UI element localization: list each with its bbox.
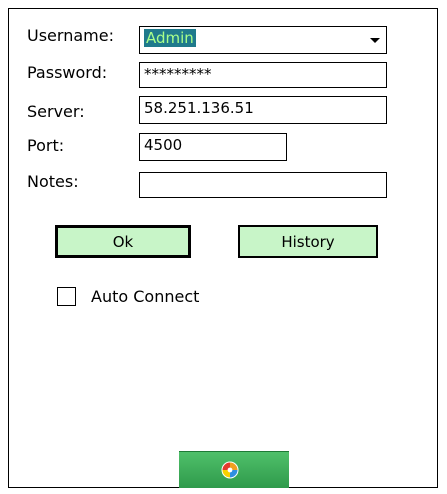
- start-button[interactable]: [179, 451, 289, 488]
- username-value: Admin: [144, 29, 196, 47]
- chevron-down-icon[interactable]: [370, 38, 380, 43]
- port-field[interactable]: 4500: [139, 133, 287, 161]
- password-label: Password:: [27, 63, 108, 82]
- port-value: 4500: [144, 136, 183, 154]
- history-button-label: History: [281, 232, 335, 251]
- auto-connect-label[interactable]: Auto Connect: [91, 287, 199, 307]
- port-label: Port:: [27, 136, 65, 155]
- windows-start-icon: [221, 461, 239, 479]
- username-dropdown[interactable]: Admin: [139, 26, 387, 54]
- history-button[interactable]: History: [238, 225, 378, 258]
- server-value: 58.251.136.51: [144, 99, 254, 117]
- notes-label: Notes:: [27, 172, 79, 191]
- server-field[interactable]: 58.251.136.51: [139, 96, 387, 124]
- notes-field[interactable]: [139, 172, 387, 198]
- ok-button[interactable]: Ok: [55, 225, 191, 258]
- server-label: Server:: [27, 102, 85, 121]
- auto-connect-checkbox[interactable]: [57, 287, 76, 306]
- username-label: Username:: [27, 26, 114, 45]
- password-value: *********: [144, 65, 212, 83]
- ok-button-label: Ok: [112, 232, 134, 251]
- password-field[interactable]: *********: [139, 62, 387, 88]
